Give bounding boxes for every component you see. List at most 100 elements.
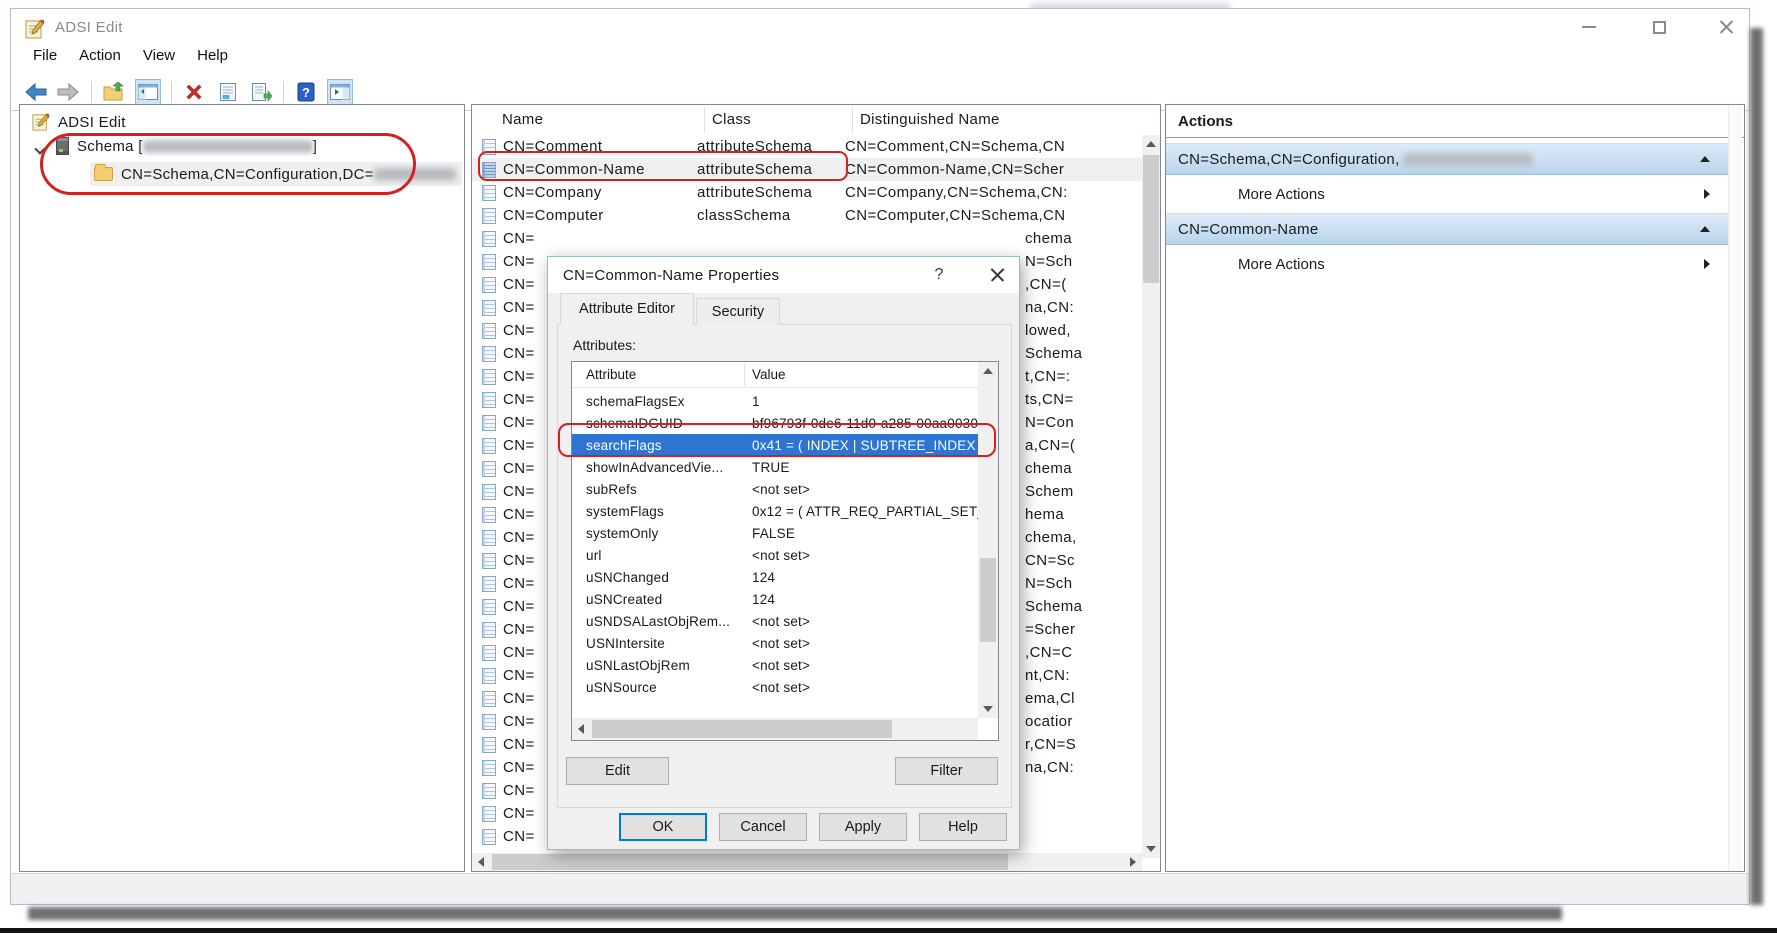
tab-attribute-editor[interactable]: Attribute Editor [560, 293, 694, 325]
scroll-down-button[interactable] [1142, 840, 1160, 858]
attribute-name: url [586, 548, 752, 563]
schema-attribute-icon [482, 645, 496, 661]
edit-button[interactable]: Edit [566, 757, 669, 785]
attribute-row[interactable]: uSNChanged 124 [572, 566, 978, 588]
attribute-row[interactable]: systemFlags 0x12 = ( ATTR_REQ_PARTIAL_SE… [572, 500, 978, 522]
attribute-row[interactable]: schemaFlagsEx 1 [572, 390, 978, 412]
help-icon: ? [297, 82, 315, 102]
show-console-tree-button[interactable] [135, 79, 161, 105]
row-class: attributeSchema [697, 184, 845, 201]
scrollbar-thumb[interactable] [592, 720, 892, 738]
schema-object-row[interactable]: CN=Company attributeSchema CN=Company,CN… [472, 181, 1144, 204]
attribute-value: TRUE [752, 460, 978, 475]
schema-attribute-icon [482, 829, 496, 845]
menu-item[interactable]: File [33, 47, 57, 64]
attribute-row[interactable]: uSNLastObjRem <not set> [572, 654, 978, 676]
scroll-down-button[interactable] [978, 700, 998, 718]
attribute-value: 1 [752, 394, 978, 409]
tree-item-adsi-edit[interactable]: ADSI Edit [32, 113, 126, 131]
schema-attribute-icon [482, 461, 496, 477]
attribute-value: 0x12 = ( ATTR_REQ_PARTIAL_SET_MEMI [752, 504, 978, 519]
actions-scrollbar-track[interactable] [1728, 105, 1742, 871]
filter-button[interactable]: Filter [895, 757, 998, 785]
row-distinguished-name: CN=Company,CN=Schema,CN: [845, 181, 1144, 204]
tab-security[interactable]: Security [696, 298, 780, 325]
column-header-attribute[interactable]: Attribute [586, 367, 636, 382]
attributes-label: Attributes: [573, 337, 636, 353]
maximize-button[interactable] [1636, 9, 1682, 45]
back-button[interactable] [23, 79, 49, 105]
attribute-name: subRefs [586, 482, 752, 497]
scroll-right-button[interactable] [1124, 853, 1142, 871]
actions-section-common-name[interactable]: CN=Common-Name [1166, 213, 1728, 245]
scroll-left-button[interactable] [572, 718, 590, 740]
menu-item[interactable]: Action [79, 47, 121, 64]
attribute-row[interactable]: showInAdvancedVie... TRUE [572, 456, 978, 478]
minimize-button[interactable] [1566, 9, 1612, 45]
ok-button[interactable]: OK [619, 813, 707, 841]
attribute-row[interactable]: url <not set> [572, 544, 978, 566]
attribute-list-horizontal-scrollbar[interactable] [572, 718, 978, 740]
column-header-class[interactable]: Class [712, 111, 751, 128]
delete-button[interactable] [181, 79, 207, 105]
close-icon [990, 268, 1004, 282]
collapse-icon[interactable] [1700, 226, 1710, 232]
dn-fragment-text: na,CN: [1025, 296, 1131, 319]
column-header-distinguished-name[interactable]: Distinguished Name [860, 111, 1000, 128]
attribute-row[interactable]: systemOnly FALSE [572, 522, 978, 544]
schema-attribute-icon [482, 231, 496, 247]
column-separator [704, 107, 705, 133]
collapse-icon[interactable] [1700, 156, 1710, 162]
column-header-value[interactable]: Value [752, 367, 786, 382]
title-bar[interactable]: ADSI Edit [11, 9, 1749, 47]
scrollbar-thumb[interactable] [492, 854, 1008, 870]
dialog-close-button[interactable] [982, 263, 1012, 287]
scroll-up-button[interactable] [978, 362, 998, 380]
help-button[interactable]: ? [293, 79, 319, 105]
divider [1166, 137, 1744, 138]
list-horizontal-scrollbar[interactable] [472, 853, 1142, 871]
attribute-value: FALSE [752, 526, 978, 541]
attribute-name: uSNChanged [586, 570, 752, 585]
export-list-button[interactable] [249, 79, 275, 105]
actions-section-schema-context[interactable]: CN=Schema,CN=Configuration, [1166, 143, 1728, 175]
attribute-row[interactable]: subRefs <not set> [572, 478, 978, 500]
scrollbar-thumb[interactable] [1143, 155, 1159, 283]
column-header-name[interactable]: Name [502, 111, 543, 128]
attribute-row[interactable]: uSNSource <not set> [572, 676, 978, 698]
more-actions-common-name[interactable]: More Actions [1166, 249, 1728, 279]
close-button[interactable] [1703, 9, 1749, 45]
schema-attribute-icon [482, 622, 496, 638]
attribute-row[interactable]: USNIntersite <not set> [572, 632, 978, 654]
attribute-row[interactable]: uSNCreated 124 [572, 588, 978, 610]
up-one-level-button[interactable] [101, 79, 127, 105]
scrollbar-thumb[interactable] [980, 558, 996, 642]
dialog-help-button[interactable]: ? [926, 263, 952, 287]
forward-button[interactable] [55, 79, 81, 105]
menu-item[interactable]: View [143, 47, 175, 64]
attribute-row[interactable]: uSNDSALastObjRem... <not set> [572, 610, 978, 632]
toolbar-separator [171, 81, 172, 103]
section-title: CN=Schema,CN=Configuration, [1178, 151, 1400, 168]
list-vertical-scrollbar[interactable] [1142, 135, 1160, 858]
maximize-icon [1653, 21, 1666, 34]
attribute-name: uSNCreated [586, 592, 752, 607]
forward-arrow-icon [57, 83, 79, 101]
scroll-left-icon [478, 857, 484, 867]
dialog-title: CN=Common-Name Properties [563, 267, 779, 284]
scroll-left-button[interactable] [472, 853, 490, 871]
more-actions-schema-context[interactable]: More Actions [1166, 179, 1728, 209]
help-button[interactable]: Help [919, 813, 1007, 841]
apply-button[interactable]: Apply [819, 813, 907, 841]
schema-attribute-icon [482, 346, 496, 362]
attribute-name: USNIntersite [586, 636, 752, 651]
attribute-list-vertical-scrollbar[interactable] [978, 362, 998, 718]
properties-button[interactable] [215, 79, 241, 105]
scroll-up-button[interactable] [1142, 135, 1160, 153]
menu-item[interactable]: Help [197, 47, 228, 64]
dn-text: CN=Company,CN=Schema,CN: [845, 181, 1068, 204]
show-action-pane-button[interactable] [327, 79, 353, 105]
schema-object-row[interactable]: CN=Computer classSchema CN=Computer,CN=S… [472, 204, 1144, 227]
schema-object-row[interactable]: CN= chema [472, 227, 1144, 250]
cancel-button[interactable]: Cancel [719, 813, 807, 841]
